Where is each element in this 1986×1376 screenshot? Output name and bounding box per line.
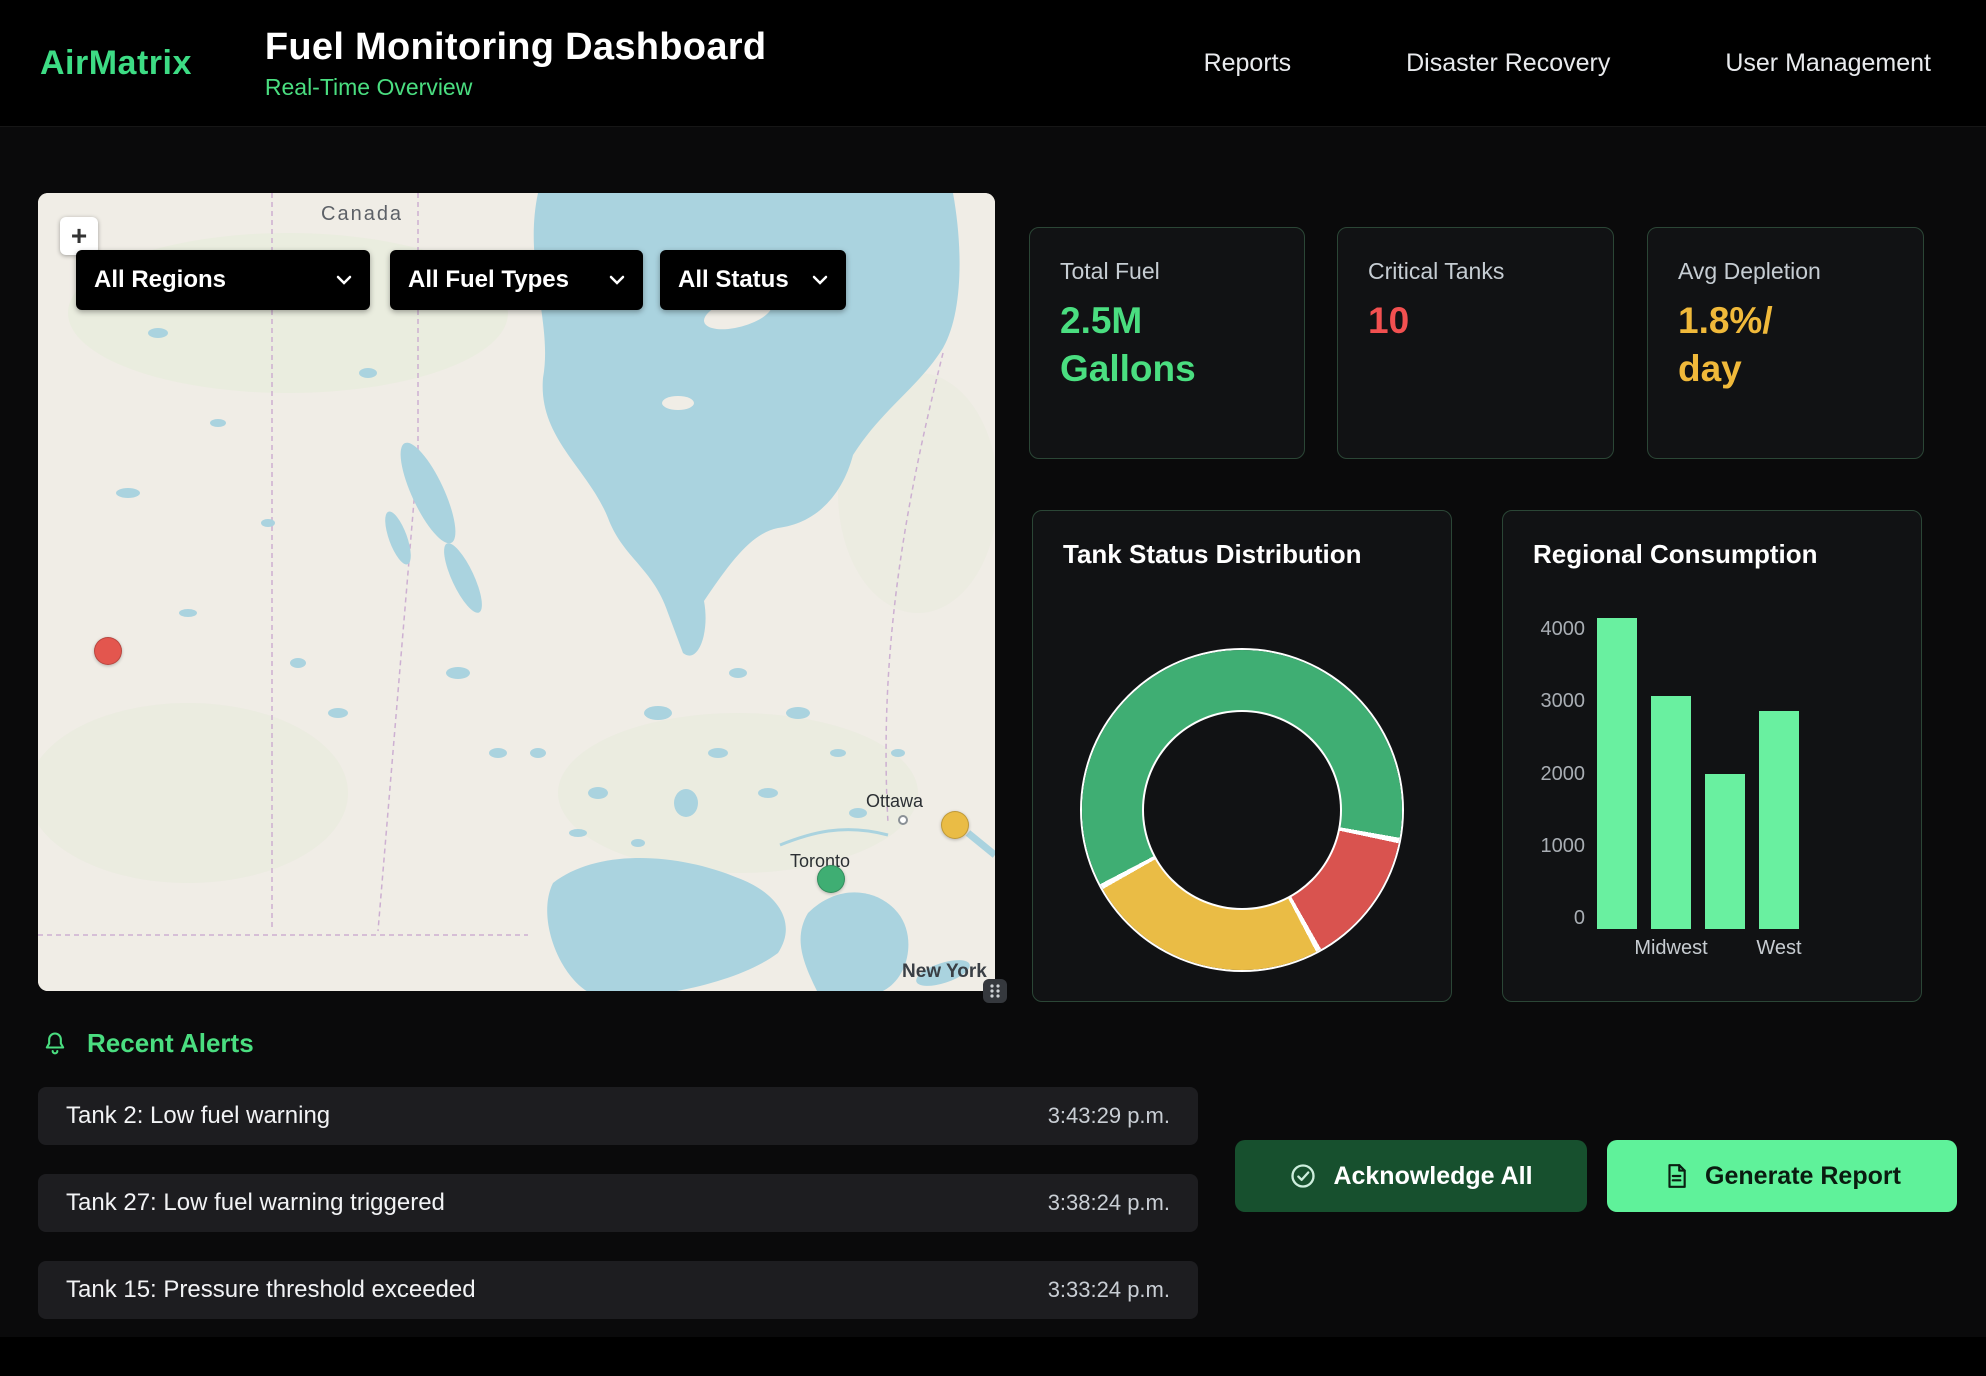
bar-column: West [1759,618,1799,929]
bar-column [1705,618,1745,929]
recent-alerts-heading: Recent Alerts [41,1028,254,1059]
map-canvas[interactable] [38,193,995,991]
regions-filter-label: All Regions [94,266,226,294]
nav-disaster-recovery[interactable]: Disaster Recovery [1406,49,1610,78]
tank-marker-normal[interactable] [817,865,845,893]
y-tick-label: 1000 [1541,835,1586,858]
stat-label: Total Fuel [1060,258,1274,285]
recent-alerts-title: Recent Alerts [87,1028,254,1059]
x-tick-label: West [1756,937,1801,960]
stat-card: Total Fuel 2.5M Gallons [1029,227,1305,459]
regions-filter-dropdown[interactable]: All Regions [76,250,370,310]
alert-time: 3:33:24 p.m. [1048,1277,1170,1303]
regional-consumption-card: Regional Consumption 4000 3000 2000 1000 0 M… [1502,510,1922,1002]
bar-column [1597,618,1637,929]
generate-report-button[interactable]: Generate Report [1607,1140,1957,1212]
acknowledge-all-button[interactable]: Acknowledge All [1235,1140,1587,1212]
page-title: Fuel Monitoring Dashboard [265,26,766,69]
chevron-down-icon [812,274,828,286]
nav-user-management[interactable]: User Management [1725,49,1931,78]
bell-icon [41,1030,69,1058]
alert-row[interactable]: Tank 27: Low fuel warning triggered 3:38… [38,1174,1198,1232]
chevron-down-icon [336,274,352,286]
stat-card: Critical Tanks 10 [1337,227,1614,459]
stat-value: 2.5M Gallons [1060,297,1274,393]
stat-label: Avg Depletion [1678,258,1893,285]
fuel-type-filter-dropdown[interactable]: All Fuel Types [390,250,643,310]
page-subtitle: Real-Time Overview [265,74,766,101]
tank-status-donut-chart [1082,650,1402,970]
y-tick-label: 0 [1574,907,1585,930]
bar-chart-y-axis: 4000 3000 2000 1000 0 [1533,618,1597,930]
check-circle-icon [1289,1162,1317,1190]
main-nav: Reports Disaster Recovery User Managemen… [1204,49,1931,78]
grip-dots-icon [988,983,1002,999]
brand-logo[interactable]: AirMatrix [40,44,192,83]
regional-consumption-bar-chart: 4000 3000 2000 1000 0 Midwest West [1533,618,1891,930]
alert-row[interactable]: Tank 15: Pressure threshold exceeded 3:3… [38,1261,1198,1319]
bar [1597,618,1637,929]
alert-time: 3:38:24 p.m. [1048,1190,1170,1216]
alert-row[interactable]: Tank 2: Low fuel warning 3:43:29 p.m. [38,1087,1198,1145]
y-tick-label: 4000 [1541,618,1586,641]
status-filter-label: All Status [678,266,789,294]
bar-chart-title: Regional Consumption [1533,539,1891,570]
alert-message: Tank 15: Pressure threshold exceeded [66,1276,476,1304]
acknowledge-all-label: Acknowledge All [1333,1162,1532,1191]
status-filter-dropdown[interactable]: All Status [660,250,846,310]
alert-time: 3:43:29 p.m. [1048,1103,1170,1129]
bar [1705,774,1745,930]
bar-chart-plot-area: Midwest West [1597,618,1799,930]
tank-marker-critical[interactable] [94,637,122,665]
bottom-strip [0,1337,1986,1376]
dashboard-page: AirMatrix Fuel Monitoring Dashboard Real… [0,0,1986,1376]
generate-report-label: Generate Report [1705,1162,1901,1191]
title-block: Fuel Monitoring Dashboard Real-Time Over… [265,26,766,101]
chevron-down-icon [609,274,625,286]
bar [1759,711,1799,929]
document-icon [1663,1163,1689,1189]
y-tick-label: 3000 [1541,690,1586,713]
bar [1651,696,1691,929]
stat-value: 1.8%/ day [1678,297,1893,393]
nav-reports[interactable]: Reports [1204,49,1292,78]
map-panel[interactable]: Canada Ottawa Toronto New York + All Reg… [38,193,995,991]
donut-chart-title: Tank Status Distribution [1063,539,1421,570]
tank-marker-warning[interactable] [941,811,969,839]
bar-column: Midwest [1651,618,1691,929]
tank-status-card: Tank Status Distribution [1032,510,1452,1002]
x-tick-label: Midwest [1634,937,1707,960]
stat-card: Avg Depletion 1.8%/ day [1647,227,1924,459]
map-resize-handle[interactable] [983,979,1007,1003]
stat-label: Critical Tanks [1368,258,1583,285]
ottawa-town-dot [898,815,908,825]
fuel-type-filter-label: All Fuel Types [408,266,569,294]
alert-message: Tank 2: Low fuel warning [66,1102,330,1130]
stat-value: 10 [1368,297,1583,345]
alert-message: Tank 27: Low fuel warning triggered [66,1189,445,1217]
app-header: AirMatrix Fuel Monitoring Dashboard Real… [0,0,1986,127]
y-tick-label: 2000 [1541,763,1586,786]
